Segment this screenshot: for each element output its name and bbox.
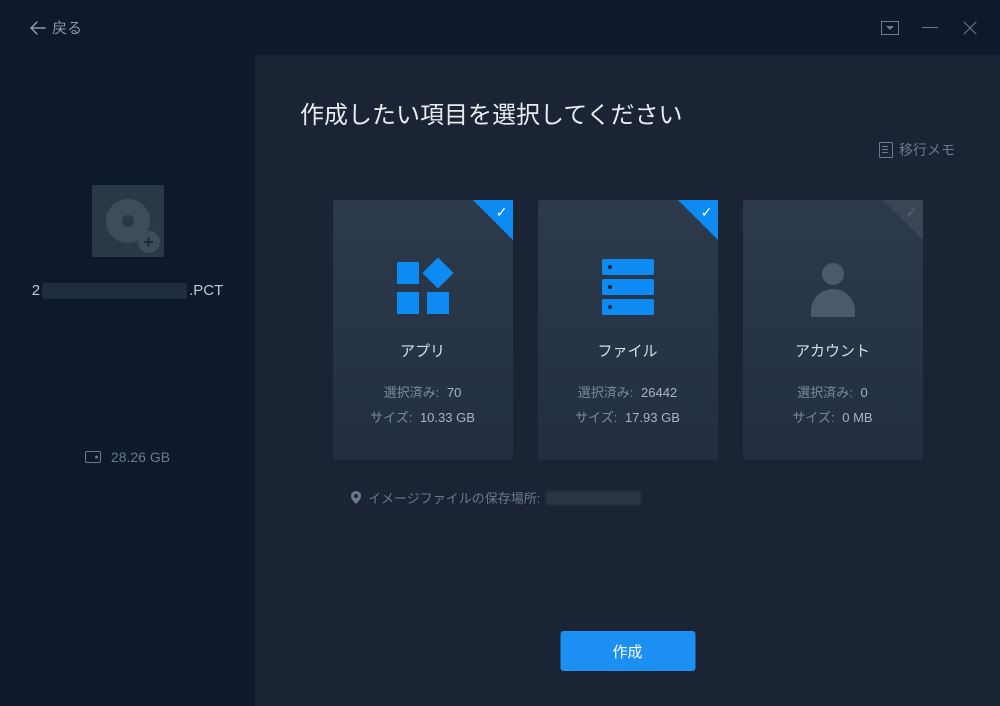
dropdown-icon (881, 21, 899, 35)
filename-redacted (42, 283, 187, 299)
save-path-label: イメージファイルの保存場所: (368, 488, 540, 507)
card-apps-label: アプリ (400, 340, 445, 361)
apps-icon (397, 262, 449, 314)
back-label: 戻る (52, 17, 82, 38)
minimize-button[interactable] (920, 18, 940, 38)
check-icon: ✓ (496, 204, 508, 221)
dropdown-button[interactable] (880, 18, 900, 38)
save-path-value-redacted (546, 491, 641, 505)
card-apps-info: 選択済み: 70 サイズ: 10.33 GB (370, 381, 475, 430)
filename-prefix: 2 (32, 282, 40, 299)
files-icon (602, 259, 654, 317)
memo-label: 移行メモ (899, 140, 955, 160)
card-account[interactable]: ✓ アカウント 選択済み: 0 サイズ: 0 MB (743, 200, 923, 460)
create-button[interactable]: 作成 (560, 631, 695, 671)
disk-total-size: 28.26 GB (111, 449, 170, 465)
arrow-left-icon (30, 20, 46, 36)
disk-size-row: 28.26 GB (85, 449, 170, 465)
card-account-label: アカウント (795, 340, 870, 361)
memo-icon (879, 142, 893, 158)
back-button[interactable]: 戻る (30, 17, 82, 38)
card-files-info: 選択済み: 26442 サイズ: 17.93 GB (575, 381, 680, 430)
minimize-icon (922, 27, 938, 28)
page-title: 作成したい項目を選択してください (300, 95, 955, 130)
card-files-label: ファイル (597, 340, 657, 361)
close-button[interactable] (960, 18, 980, 38)
disk-filename: 2 .PCT (32, 282, 224, 299)
plus-icon: + (138, 231, 160, 253)
check-icon: ✓ (906, 204, 918, 221)
disk-icon[interactable]: + (92, 185, 164, 257)
check-icon: ✓ (701, 204, 713, 221)
memo-link[interactable]: 移行メモ (879, 140, 955, 160)
location-pin-icon (350, 491, 362, 505)
card-files[interactable]: ✓ ファイル 選択済み: 26442 サイズ: (538, 200, 718, 460)
account-icon (807, 259, 859, 317)
card-account-info: 選択済み: 0 サイズ: 0 MB (792, 381, 872, 430)
filename-suffix: .PCT (189, 282, 223, 299)
card-apps[interactable]: ✓ アプリ 選択済み: 70 サイズ: (333, 200, 513, 460)
close-icon (962, 20, 978, 36)
save-path-row[interactable]: イメージファイルの保存場所: (300, 488, 955, 507)
drive-icon (85, 451, 101, 463)
